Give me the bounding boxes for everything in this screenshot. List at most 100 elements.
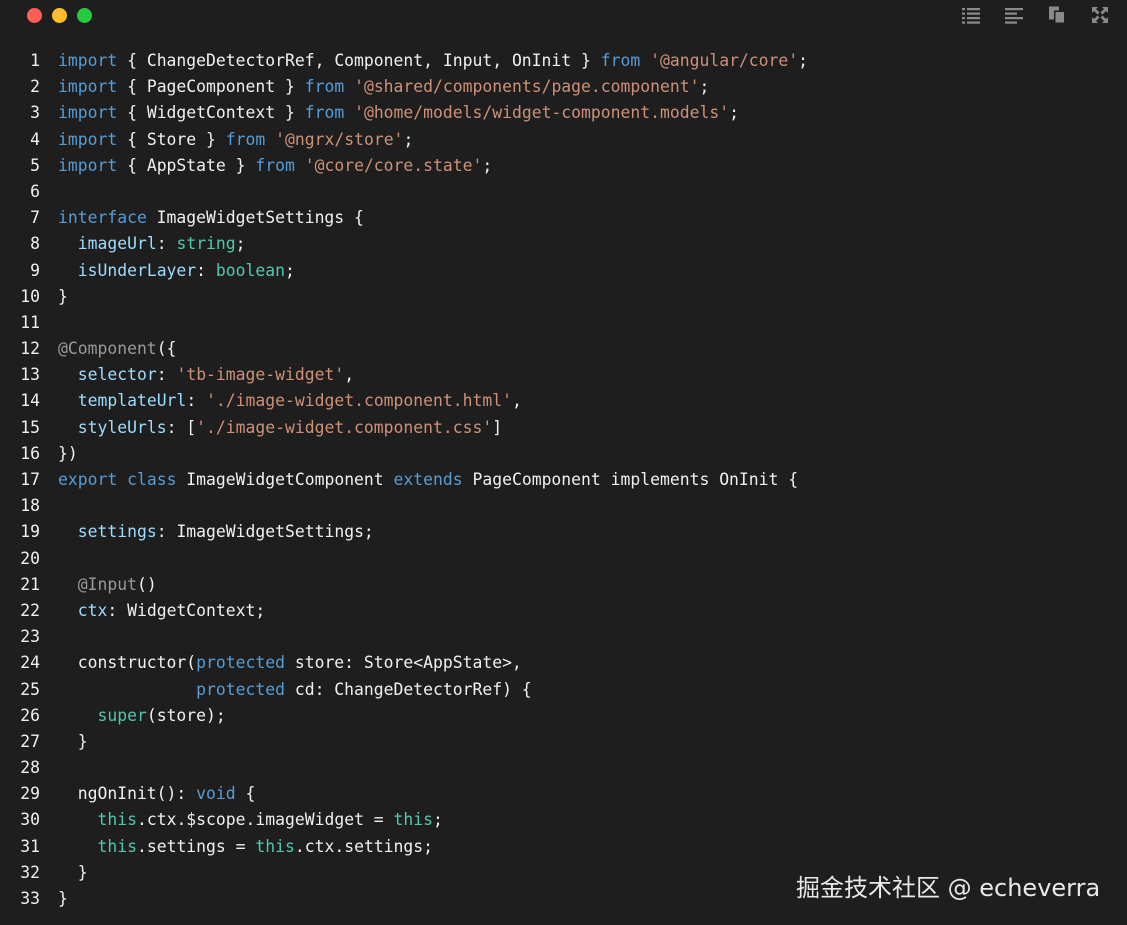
code-token: ;	[482, 155, 493, 175]
line-source: export class ImageWidgetComponent extend…	[58, 467, 798, 493]
list-icon[interactable]	[961, 5, 981, 25]
code-line: 9 isUnderLayer: boolean;	[0, 258, 1127, 284]
line-source: import { AppState } from '@core/core.sta…	[58, 153, 492, 179]
code-line: 17 export class ImageWidgetComponent exte…	[0, 467, 1127, 493]
line-source: }	[58, 729, 88, 755]
line-source: import { Store } from '@ngrx/store';	[58, 127, 413, 153]
line-number: 26	[20, 705, 40, 725]
line-source: import { ChangeDetectorRef, Component, I…	[58, 48, 808, 74]
code-token: ;	[285, 260, 295, 280]
code-token: PageComponent implements OnInit {	[462, 470, 799, 489]
code-line: 5 import { AppState } from '@core/core.st…	[0, 153, 1127, 179]
code-line: 25 protected cd: ChangeDetectorRef) {	[0, 677, 1127, 703]
code-token: extends	[393, 470, 463, 489]
code-token: { AppState }	[117, 155, 256, 175]
line-number: 18	[20, 496, 40, 516]
line-number: 11	[20, 312, 40, 332]
code-token: { ChangeDetectorRef, Component, Input, O…	[117, 51, 601, 70]
code-token: ;	[235, 234, 246, 254]
code-line: 29 ngOnInit(): void {	[0, 781, 1127, 807]
close-button[interactable]	[27, 8, 42, 23]
code-line: 3 import { WidgetContext } from '@home/mo…	[0, 100, 1127, 126]
code-token: @Input	[77, 574, 137, 594]
line-number: 1	[30, 51, 40, 70]
copy-icon[interactable]	[1047, 5, 1067, 25]
code-line: 24 constructor(protected store: Store<Ap…	[0, 650, 1127, 676]
maximize-button[interactable]	[77, 8, 92, 23]
line-number: 32	[20, 862, 40, 882]
code-token: super	[97, 705, 147, 725]
code-line: 21 @Input()	[0, 572, 1127, 598]
code-line: 4 import { Store } from '@ngrx/store';	[0, 127, 1127, 153]
code-token: this	[393, 810, 434, 830]
line-number: 2	[30, 77, 40, 97]
code-editor: 1 import { ChangeDetectorRef, Component, …	[0, 48, 1127, 912]
code-token: :	[156, 234, 177, 254]
line-source: protected cd: ChangeDetectorRef) {	[58, 677, 532, 703]
code-token: string	[176, 234, 236, 254]
line-number: 12	[20, 339, 40, 359]
code-window: 1 import { ChangeDetectorRef, Component, …	[0, 0, 1127, 925]
line-number: 6	[30, 181, 40, 201]
code-token: ImageWidgetSettings {	[146, 208, 364, 228]
code-line: 23	[0, 624, 1127, 650]
code-token: import	[58, 51, 118, 70]
code-line: 2 import { PageComponent } from '@shared/…	[0, 74, 1127, 100]
code-token: .ctx.settings;	[294, 836, 434, 856]
code-line: 6	[0, 179, 1127, 205]
line-number: 10	[20, 286, 40, 306]
code-token: selector	[77, 365, 157, 385]
code-token: '@home/models/widget-component.models'	[354, 103, 730, 123]
align-left-icon[interactable]	[1004, 5, 1024, 25]
code-token: '@core/core.state'	[304, 155, 483, 175]
code-token: constructor(	[58, 653, 197, 673]
code-line: 12 @Component({	[0, 336, 1127, 362]
code-token: :	[156, 365, 177, 385]
line-number: 24	[20, 653, 40, 673]
code-token: ctx	[77, 600, 108, 620]
line-number: 15	[20, 417, 40, 437]
code-token: }	[58, 286, 68, 306]
code-token: from	[600, 51, 641, 70]
code-token: from	[225, 129, 266, 149]
code-token: imageUrl	[77, 234, 157, 254]
code-token: ;	[403, 129, 414, 149]
line-source: @Input()	[58, 572, 157, 598]
code-token: .settings =	[136, 836, 256, 856]
code-line: 1 import { ChangeDetectorRef, Component, …	[0, 48, 1127, 74]
code-token: protected	[196, 653, 285, 673]
code-token: : WidgetContext;	[107, 600, 266, 620]
line-source: ngOnInit(): void {	[58, 781, 256, 807]
minimize-button[interactable]	[52, 8, 67, 23]
line-number: 27	[20, 731, 40, 751]
code-token: @Component	[58, 339, 157, 359]
code-token: './image-widget.component.html'	[206, 391, 512, 411]
line-number: 7	[30, 208, 40, 228]
code-line: 10}	[0, 284, 1127, 310]
code-line: 22 ctx: WidgetContext;	[0, 598, 1127, 624]
code-token: ,	[344, 365, 355, 385]
code-token: 'tb-image-widget'	[176, 365, 345, 385]
fullscreen-icon[interactable]	[1090, 5, 1110, 25]
code-token: ,	[511, 391, 522, 411]
code-token: styleUrls	[77, 417, 167, 437]
code-token: ]	[492, 417, 503, 437]
code-token: this	[255, 836, 295, 856]
code-token: }	[58, 862, 88, 882]
code-line: 14 templateUrl: './image-widget.componen…	[0, 388, 1127, 414]
code-token: templateUrl	[77, 391, 187, 411]
code-line: 18	[0, 493, 1127, 519]
line-number: 9	[30, 260, 40, 280]
line-number: 13	[20, 365, 40, 385]
line-source: constructor(protected store: Store<AppSt…	[58, 650, 522, 676]
code-token: {	[235, 784, 256, 804]
line-source: }	[58, 860, 88, 886]
line-number: 31	[20, 836, 40, 856]
